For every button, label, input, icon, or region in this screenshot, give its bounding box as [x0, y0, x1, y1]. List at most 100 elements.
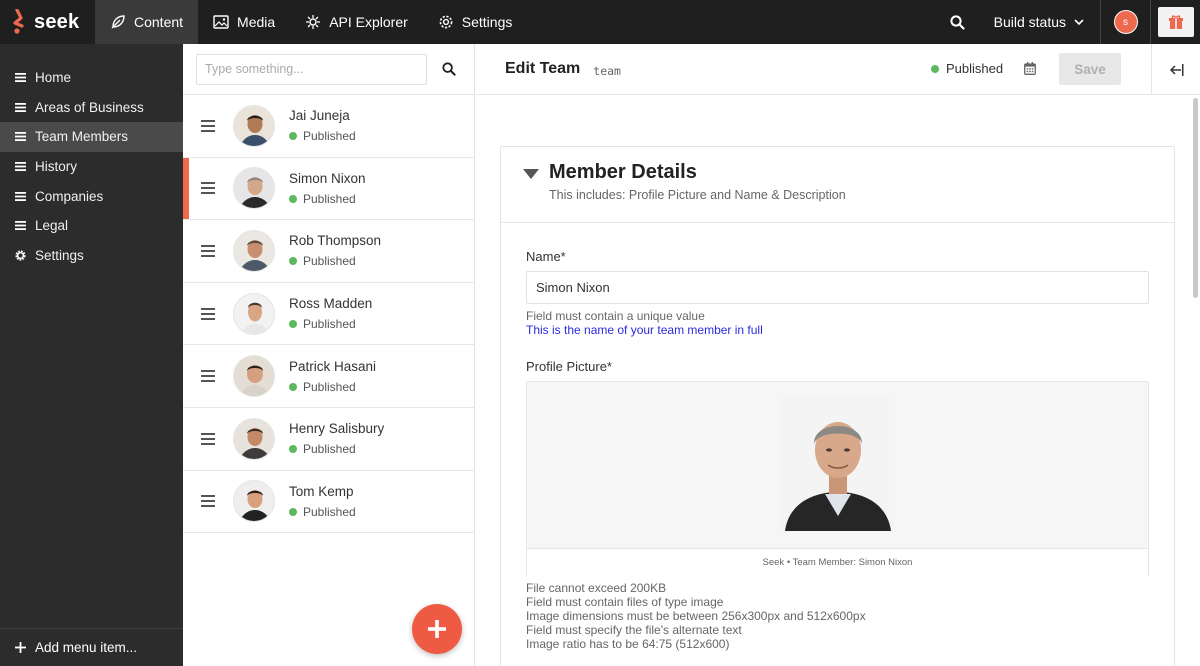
status-badge: Published: [289, 505, 356, 519]
drag-handle[interactable]: [183, 307, 233, 320]
menu-icon: [15, 132, 26, 142]
sidebar-item-legal[interactable]: Legal: [0, 211, 183, 241]
drag-handle[interactable]: [183, 495, 233, 508]
published-dot-icon: [289, 382, 297, 391]
sidebar-item-label: Companies: [35, 188, 104, 204]
gift-icon: [1168, 15, 1183, 29]
nav-api-explorer[interactable]: API Explorer: [290, 0, 423, 44]
collapse-panel-button[interactable]: [1151, 44, 1200, 95]
sidebar-item-label: Settings: [35, 247, 84, 263]
status-badge: Published: [289, 254, 381, 268]
menu-icon: [15, 73, 26, 83]
image-caption: Seek • Team Member: Simon Nixon: [527, 548, 1148, 578]
published-dot-icon: [931, 64, 939, 73]
sidebar: Home Areas of Business Team Members Hist…: [0, 44, 183, 666]
nav-settings-label: Settings: [461, 14, 513, 30]
profile-picture-field[interactable]: Seek • Team Member: Simon Nixon: [526, 381, 1149, 578]
nav-media[interactable]: Media: [198, 0, 290, 44]
name-field[interactable]: [526, 271, 1149, 304]
seek-logo-icon: [13, 9, 24, 34]
caret-down-icon: [523, 169, 539, 179]
list-item[interactable]: Tom Kemp Published: [183, 471, 474, 534]
save-button[interactable]: Save: [1059, 53, 1121, 85]
page-title: Edit Team: [505, 60, 581, 77]
avatar: [233, 292, 275, 335]
person-portrait-icon: [234, 356, 274, 397]
status-badge: Published: [289, 380, 376, 394]
list-item[interactable]: Ross Madden Published: [183, 283, 474, 346]
user-menu[interactable]: s: [1100, 0, 1150, 44]
top-right-group: Build status s: [936, 0, 1200, 44]
gear-icon: [439, 15, 453, 29]
sidebar-item-team-members[interactable]: Team Members: [0, 122, 183, 152]
profile-picture-image[interactable]: [781, 398, 895, 531]
gift-icon-container: [1157, 7, 1194, 37]
chevron-down-icon: [1074, 18, 1084, 25]
drag-handle[interactable]: [183, 370, 233, 383]
person-portrait-icon: [234, 230, 274, 271]
entry-status-label: Published: [303, 379, 356, 394]
build-status-label: Build status: [993, 14, 1066, 30]
avatar: [233, 167, 275, 210]
whats-new-button[interactable]: [1150, 0, 1200, 44]
search-icon: [442, 62, 456, 76]
entry-status-label: Published: [303, 191, 356, 206]
add-menu-item-button[interactable]: Add menu item...: [0, 628, 183, 666]
person-portrait-icon: [234, 168, 274, 209]
collapse-left-icon: [1169, 63, 1184, 76]
list-item[interactable]: Patrick Hasani Published: [183, 345, 474, 408]
person-portrait-icon: [234, 418, 274, 459]
published-dot-icon: [289, 194, 297, 203]
drag-handle-icon: [201, 495, 215, 508]
sidebar-item-settings[interactable]: Settings: [0, 241, 183, 271]
drag-handle-icon: [201, 119, 215, 132]
scrollbar-thumb[interactable]: [1193, 98, 1198, 298]
editor-status-label: Published: [946, 61, 1004, 76]
sidebar-item-label: Home: [35, 70, 72, 86]
menu-icon: [15, 191, 26, 201]
avatar: [233, 355, 275, 398]
sidebar-item-areas-of-business[interactable]: Areas of Business: [0, 93, 183, 123]
section-header[interactable]: Member Details This includes: Profile Pi…: [501, 147, 1174, 223]
plus-icon: [15, 642, 26, 653]
feather-icon: [111, 15, 125, 29]
status-badge: Published: [289, 317, 372, 331]
drag-handle[interactable]: [183, 244, 233, 257]
list-item[interactable]: Henry Salisbury Published: [183, 408, 474, 471]
avatar: [233, 480, 275, 523]
published-dot-icon: [289, 507, 297, 516]
published-dot-icon: [289, 132, 297, 141]
add-menu-item-label: Add menu item...: [35, 640, 138, 655]
add-entry-button[interactable]: [412, 604, 462, 654]
name-field-hint: Field must contain a unique value: [526, 309, 705, 323]
status-badge: Published: [931, 61, 1003, 76]
nav-content[interactable]: Content: [95, 0, 199, 44]
sidebar-item-label: Legal: [35, 218, 69, 234]
member-details-section: Member Details This includes: Profile Pi…: [500, 146, 1175, 666]
drag-handle[interactable]: [183, 182, 233, 195]
list-search-button[interactable]: [427, 47, 471, 91]
sidebar-item-home[interactable]: Home: [0, 63, 183, 93]
schedule-button[interactable]: [1024, 62, 1036, 80]
picture-rule: Image ratio has to be 64:75 (512x600): [526, 637, 730, 651]
sidebar-item-companies[interactable]: Companies: [0, 181, 183, 211]
global-search-button[interactable]: [936, 0, 980, 44]
nav-settings[interactable]: Settings: [423, 0, 528, 44]
sidebar-item-history[interactable]: History: [0, 152, 183, 182]
scrollbar[interactable]: [1193, 98, 1198, 298]
list-item-selected[interactable]: Simon Nixon Published: [183, 157, 474, 221]
drag-handle[interactable]: [183, 432, 233, 445]
list-item[interactable]: Rob Thompson Published: [183, 220, 474, 283]
seek-logo[interactable]: seek: [0, 0, 95, 44]
logo-text: seek: [34, 10, 80, 33]
gear-icon: [15, 250, 26, 261]
entry-name: Jai Juneja: [289, 108, 350, 124]
plus-icon: [428, 620, 446, 638]
build-status-dropdown[interactable]: Build status: [980, 0, 1100, 44]
drag-handle[interactable]: [183, 119, 233, 132]
nav-media-label: Media: [237, 14, 276, 30]
status-badge: Published: [289, 442, 384, 456]
editor-pane: Edit Team team Published Save Member Det…: [476, 44, 1200, 666]
search-input[interactable]: [196, 53, 427, 85]
list-item[interactable]: Jai Juneja Published: [183, 95, 474, 158]
